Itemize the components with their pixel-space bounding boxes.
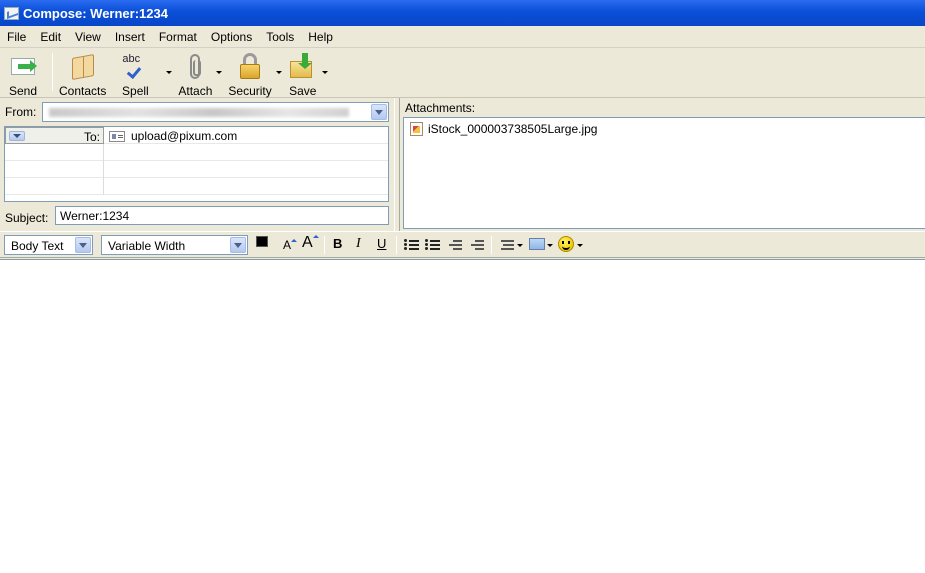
- subject-input[interactable]: Werner:1234: [55, 206, 389, 225]
- format-separator: [491, 236, 492, 254]
- address-book-icon: [68, 53, 98, 80]
- font-value: Variable Width: [108, 239, 186, 253]
- indent-icon[interactable]: [469, 238, 484, 252]
- security-button[interactable]: Security: [228, 53, 272, 98]
- recipient-type-cell[interactable]: [5, 161, 104, 178]
- spell-button[interactable]: abc Spell: [120, 53, 150, 98]
- menu-bar: File Edit View Insert Format Options Too…: [0, 26, 925, 48]
- send-label: Send: [8, 84, 38, 98]
- toolbar-separator: [52, 53, 53, 91]
- window-title: Compose: Werner:1234: [23, 5, 168, 21]
- recipient-type-cell[interactable]: [5, 178, 104, 195]
- paragraph-style-value: Body Text: [11, 239, 64, 253]
- attachment-item[interactable]: iStock_000003738505Large.jpg: [410, 122, 597, 136]
- recipient-row[interactable]: To: upload@pixum.com: [5, 127, 388, 144]
- chevron-down-icon[interactable]: [9, 131, 25, 141]
- contacts-button[interactable]: Contacts: [59, 53, 106, 98]
- chevron-down-icon[interactable]: [371, 104, 387, 120]
- spell-dropdown-arrow[interactable]: [166, 71, 173, 74]
- subject-label: Subject:: [5, 211, 49, 225]
- save-label: Save: [289, 84, 317, 98]
- compose-app-icon: [4, 6, 19, 20]
- bullet-list-icon[interactable]: [404, 238, 419, 252]
- menu-edit[interactable]: Edit: [33, 30, 68, 44]
- attachments-list: iStock_000003738505Large.jpg: [403, 117, 925, 229]
- spellcheck-icon: abc: [120, 53, 150, 80]
- menu-insert[interactable]: Insert: [108, 30, 152, 44]
- larger-text-button[interactable]: A: [302, 234, 313, 252]
- chevron-down-icon[interactable]: [75, 237, 91, 253]
- menu-help[interactable]: Help: [301, 30, 340, 44]
- main-toolbar: Send Contacts abc Spell Attach Security …: [0, 48, 925, 98]
- recipient-row-empty[interactable]: [5, 161, 388, 178]
- contacts-label: Contacts: [59, 84, 107, 98]
- attachments-label: Attachments:: [405, 101, 476, 115]
- attach-button[interactable]: Attach: [178, 53, 212, 98]
- format-separator: [324, 236, 325, 254]
- paragraph-style-select[interactable]: Body Text: [4, 235, 93, 255]
- security-label: Security: [228, 84, 272, 98]
- numbered-list-icon[interactable]: [425, 238, 440, 252]
- recipient-address[interactable]: upload@pixum.com: [109, 129, 237, 143]
- increase-font-size-icon: [313, 235, 319, 238]
- align-dropdown-arrow[interactable]: [517, 244, 523, 247]
- bold-button[interactable]: B: [333, 236, 342, 254]
- menu-file[interactable]: File: [0, 30, 33, 44]
- foreground-color-swatch[interactable]: [256, 236, 268, 247]
- recipient-list: To: upload@pixum.com: [4, 126, 389, 202]
- chevron-down-icon[interactable]: [230, 237, 246, 253]
- attach-label: Attach: [178, 84, 213, 98]
- format-toolbar: Body Text Variable Width A A B I U: [0, 231, 925, 258]
- underline-button[interactable]: U: [377, 236, 386, 254]
- recipient-type-cell[interactable]: [5, 144, 104, 161]
- send-icon: [8, 53, 38, 80]
- align-icon[interactable]: [499, 238, 514, 252]
- font-select[interactable]: Variable Width: [101, 235, 248, 255]
- smiley-icon[interactable]: [558, 236, 574, 252]
- save-button[interactable]: Save: [288, 53, 318, 98]
- security-dropdown-arrow[interactable]: [275, 71, 282, 74]
- contact-card-icon: [109, 130, 125, 142]
- padlock-icon: [235, 53, 265, 80]
- title-bar: Compose: Werner:1234: [0, 0, 925, 26]
- menu-tools[interactable]: Tools: [259, 30, 301, 44]
- send-button[interactable]: Send: [8, 53, 38, 98]
- save-dropdown-arrow[interactable]: [321, 71, 328, 74]
- recipient-row-empty[interactable]: [5, 178, 388, 195]
- smiley-dropdown-arrow[interactable]: [577, 244, 583, 247]
- smaller-text-button[interactable]: A: [283, 238, 291, 256]
- header-splitter[interactable]: [394, 98, 400, 231]
- from-account-select[interactable]: [42, 102, 389, 122]
- outdent-icon[interactable]: [447, 238, 462, 252]
- insert-image-icon[interactable]: [529, 238, 545, 250]
- decrease-font-size-icon: [291, 239, 297, 242]
- recipient-row-empty[interactable]: [5, 144, 388, 161]
- from-account-redacted: [49, 108, 349, 117]
- menu-options[interactable]: Options: [204, 30, 259, 44]
- image-file-icon: [410, 122, 423, 136]
- message-body-editor[interactable]: [0, 259, 925, 573]
- attachment-filename: iStock_000003738505Large.jpg: [428, 122, 598, 136]
- menu-format[interactable]: Format: [152, 30, 204, 44]
- attach-dropdown-arrow[interactable]: [216, 71, 223, 74]
- recipient-type-select[interactable]: To:: [5, 127, 104, 144]
- to-address: upload@pixum.com: [131, 129, 238, 143]
- format-separator: [396, 236, 397, 254]
- paperclip-icon: [180, 53, 210, 80]
- from-label: From:: [5, 105, 37, 119]
- menu-view[interactable]: View: [68, 30, 108, 44]
- save-folder-icon: [288, 53, 318, 80]
- spell-label: Spell: [122, 84, 149, 98]
- to-label: To:: [83, 130, 100, 144]
- italic-button[interactable]: I: [356, 236, 361, 254]
- text-color-picker[interactable]: [256, 236, 274, 254]
- insert-dropdown-arrow[interactable]: [547, 244, 553, 247]
